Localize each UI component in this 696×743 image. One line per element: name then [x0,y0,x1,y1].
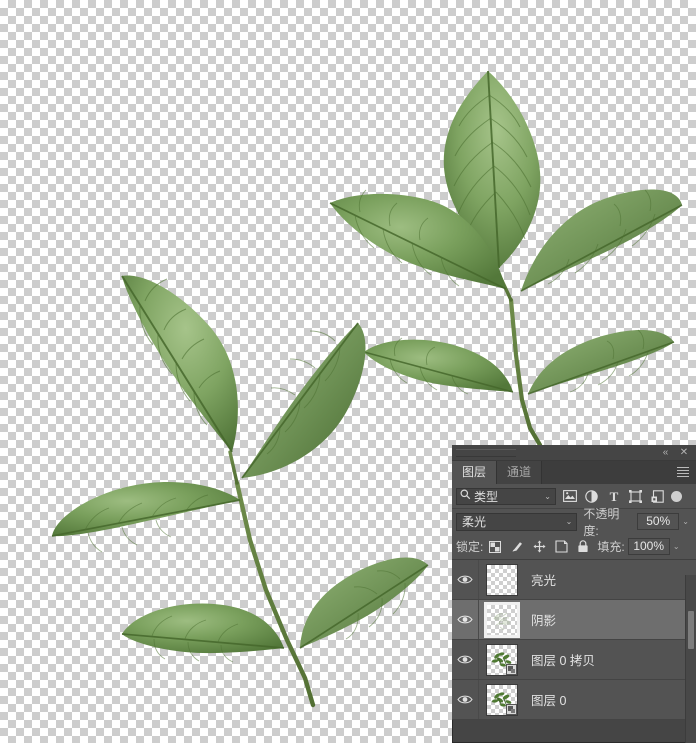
leaflet [363,337,514,395]
blend-mode-value: 柔光 [462,515,487,529]
layer-thumbnail[interactable] [486,643,518,676]
fill-chevron-down-icon[interactable]: ⌄ [670,542,683,551]
panel-body: 类型 ⌄ T 柔光 ⌄ 不透明度: 50% ⌄ 锁定: 填充: 100% ⌄ 亮… [452,484,696,720]
leaflet [527,329,675,395]
layer-name[interactable]: 阴影 [525,610,696,629]
fill-label: 填充: [597,540,625,554]
smart-object-filter-icon[interactable] [650,489,665,504]
filter-enable-toggle[interactable] [671,490,682,502]
layer-visibility-toggle[interactable] [452,560,479,599]
layers-panel[interactable]: « ✕ 图层 通道 类型 ⌄ T 柔光 ⌄ 不透明度: 50% ⌄ 锁定: 填充… [452,445,696,743]
layer-thumbnail-cell[interactable] [479,683,525,716]
opacity-input[interactable]: 50% [637,513,680,530]
blend-mode-select[interactable]: 柔光 ⌄ [456,512,578,531]
filter-kind-label: 类型 [474,489,499,504]
panel-title-bar[interactable]: « ✕ [452,445,696,461]
adjustment-layer-filter-icon[interactable] [584,489,599,504]
panel-tab-strip[interactable]: 图层 通道 [452,461,696,484]
scrollbar-thumb[interactable] [688,611,694,649]
search-icon [460,489,471,503]
blend-mode-row[interactable]: 柔光 ⌄ 不透明度: 50% ⌄ [452,507,696,538]
opacity-label: 不透明度: [583,506,620,538]
svg-text:T: T [609,490,618,503]
layer-visibility-toggle[interactable] [452,680,479,719]
eye-icon [457,615,473,624]
layer-visibility-toggle[interactable] [452,600,479,639]
layer-visibility-toggle[interactable] [452,640,479,679]
layer-thumbnail[interactable] [486,563,518,596]
leaflet [121,275,238,453]
close-panel-icon[interactable]: ✕ [677,446,691,459]
eye-icon [457,575,473,584]
lock-artboard-nesting-icon[interactable] [554,540,568,554]
layer-name[interactable]: 亮光 [525,570,696,589]
smart-object-badge-icon [506,663,517,675]
layer-thumbnail-cell[interactable] [479,643,525,676]
table-row[interactable]: 图层 0 [452,680,696,720]
opacity-chevron-down-icon[interactable]: ⌄ [679,517,692,526]
lock-all-icon[interactable] [576,540,590,554]
opacity-control[interactable]: 不透明度: 50% ⌄ [583,505,692,539]
chevron-down-icon[interactable]: ⌄ [566,517,573,526]
layer-name[interactable]: 图层 0 拷贝 [525,650,696,669]
shape-layer-filter-icon[interactable] [628,489,643,504]
fill-input[interactable]: 100% [627,538,670,555]
leaflet [121,603,285,663]
eye-icon [457,695,473,704]
layer-thumbnail[interactable] [484,601,520,638]
lock-position-icon[interactable] [532,540,546,554]
lock-label: 锁定: [456,540,484,554]
tab-layers[interactable]: 图层 [452,461,498,484]
leaflet [520,189,683,292]
type-layer-filter-icon[interactable]: T [606,489,621,504]
layer-list-scrollbar[interactable] [685,575,696,743]
layer-name[interactable]: 图层 0 [525,690,696,709]
lock-icon-group[interactable] [488,540,590,554]
layer-thumbnail-cell[interactable] [479,563,525,596]
table-row[interactable]: 亮光 [452,560,696,600]
panel-drag-grip[interactable] [456,449,516,457]
smart-object-badge-icon [506,703,517,715]
layer-thumbnail[interactable] [486,683,518,716]
lock-transparent-pixels-icon[interactable] [488,540,502,554]
tab-channels[interactable]: 通道 [497,461,543,484]
layer-list[interactable]: 亮光 阴影 图层 0 拷贝 图层 0 [452,560,696,720]
layer-thumbnail-cell[interactable] [479,601,525,638]
lock-row[interactable]: 锁定: 填充: 100% ⌄ [452,534,696,560]
lock-image-pixels-icon[interactable] [510,540,524,554]
fill-control[interactable]: 填充: 100% ⌄ [597,538,682,555]
thumbnail-content [493,612,511,630]
table-row[interactable]: 图层 0 拷贝 [452,640,696,680]
collapse-panel-icon[interactable]: « [658,446,672,459]
leaflet [241,322,366,479]
table-row[interactable]: 阴影 [452,600,696,640]
filter-kind-select[interactable]: 类型 ⌄ [456,487,556,505]
leaf-cluster-upper-right [329,70,683,448]
leaflet [51,482,241,553]
chevron-down-icon[interactable]: ⌄ [544,492,551,501]
filter-icon-group[interactable]: T [562,489,665,504]
panel-menu-icon[interactable] [677,465,691,480]
leaflet [299,557,429,649]
eye-icon [457,655,473,664]
pixel-layer-filter-icon[interactable] [562,489,577,504]
leaf-cluster-lower-left [51,275,429,708]
